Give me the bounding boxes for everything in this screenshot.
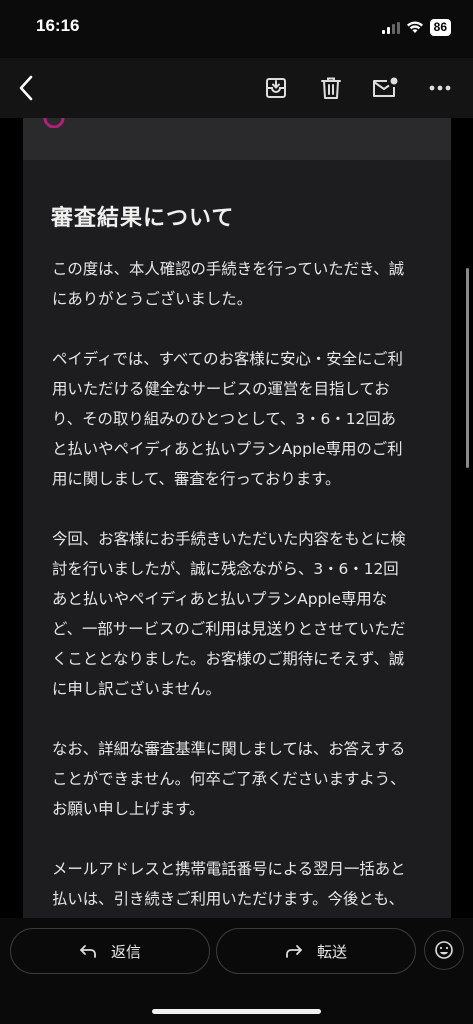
archive-icon — [266, 78, 286, 98]
reply-button[interactable]: 返信 — [10, 928, 210, 974]
email-toolbar — [0, 58, 473, 118]
chevron-left-icon — [19, 75, 33, 101]
sender-logo-icon — [43, 118, 65, 128]
more-button[interactable] — [424, 72, 456, 104]
more-horizontal-icon — [429, 85, 451, 91]
emoji-icon — [435, 941, 453, 959]
email-paragraph: メールアドレスと携帯電話番号による翌月一括あと 払いは、引き続きご利用いただけま… — [52, 860, 406, 908]
email-content[interactable]: 審査結果について この度は、本人確認の手続きを行っていただき、誠 にありがとうご… — [23, 118, 451, 918]
home-indicator[interactable] — [152, 1009, 321, 1014]
email-title: 審査結果について — [51, 206, 235, 231]
trash-icon — [321, 77, 341, 99]
emoji-reaction-button[interactable] — [424, 930, 464, 970]
forward-label: 転送 — [316, 942, 347, 961]
scrollbar[interactable] — [466, 268, 469, 468]
email-paragraph: 今回、お客様にお手続きいただいた内容をもとに検 討を行いましたが、誠に残念ながら… — [52, 530, 406, 698]
status-icons: 86 — [381, 19, 451, 36]
signal-icon — [381, 21, 400, 34]
mark-unread-button[interactable] — [369, 72, 401, 104]
reply-icon — [80, 945, 96, 958]
battery-indicator: 86 — [429, 19, 451, 36]
status-bar: 16:16 86 — [0, 0, 473, 58]
mail-unread-icon — [373, 77, 398, 97]
email-paragraph: ペイディでは、すべてのお客様に安心・安全にご利 用いただける健全なサービスの運営… — [52, 350, 403, 488]
archive-button[interactable] — [260, 72, 292, 104]
email-paragraph: この度は、本人確認の手続きを行っていただき、誠 にありがとうございました。 — [52, 260, 405, 308]
email-body: この度は、本人確認の手続きを行っていただき、誠 にありがとうございました。 ペイ… — [52, 254, 424, 918]
forward-icon — [286, 945, 302, 958]
wifi-icon — [406, 21, 423, 33]
email-paragraph: なお、詳細な審査基準に関しましては、お答えする ことができません。何卒ご了承くだ… — [52, 740, 406, 818]
delete-button[interactable] — [315, 72, 347, 104]
back-button[interactable] — [10, 72, 42, 104]
forward-button[interactable]: 転送 — [216, 928, 416, 974]
bottom-action-bar: 返信 転送 — [0, 918, 473, 1024]
reply-label: 返信 — [110, 942, 141, 961]
email-header-strip — [23, 118, 451, 160]
status-time: 16:16 — [36, 16, 80, 35]
